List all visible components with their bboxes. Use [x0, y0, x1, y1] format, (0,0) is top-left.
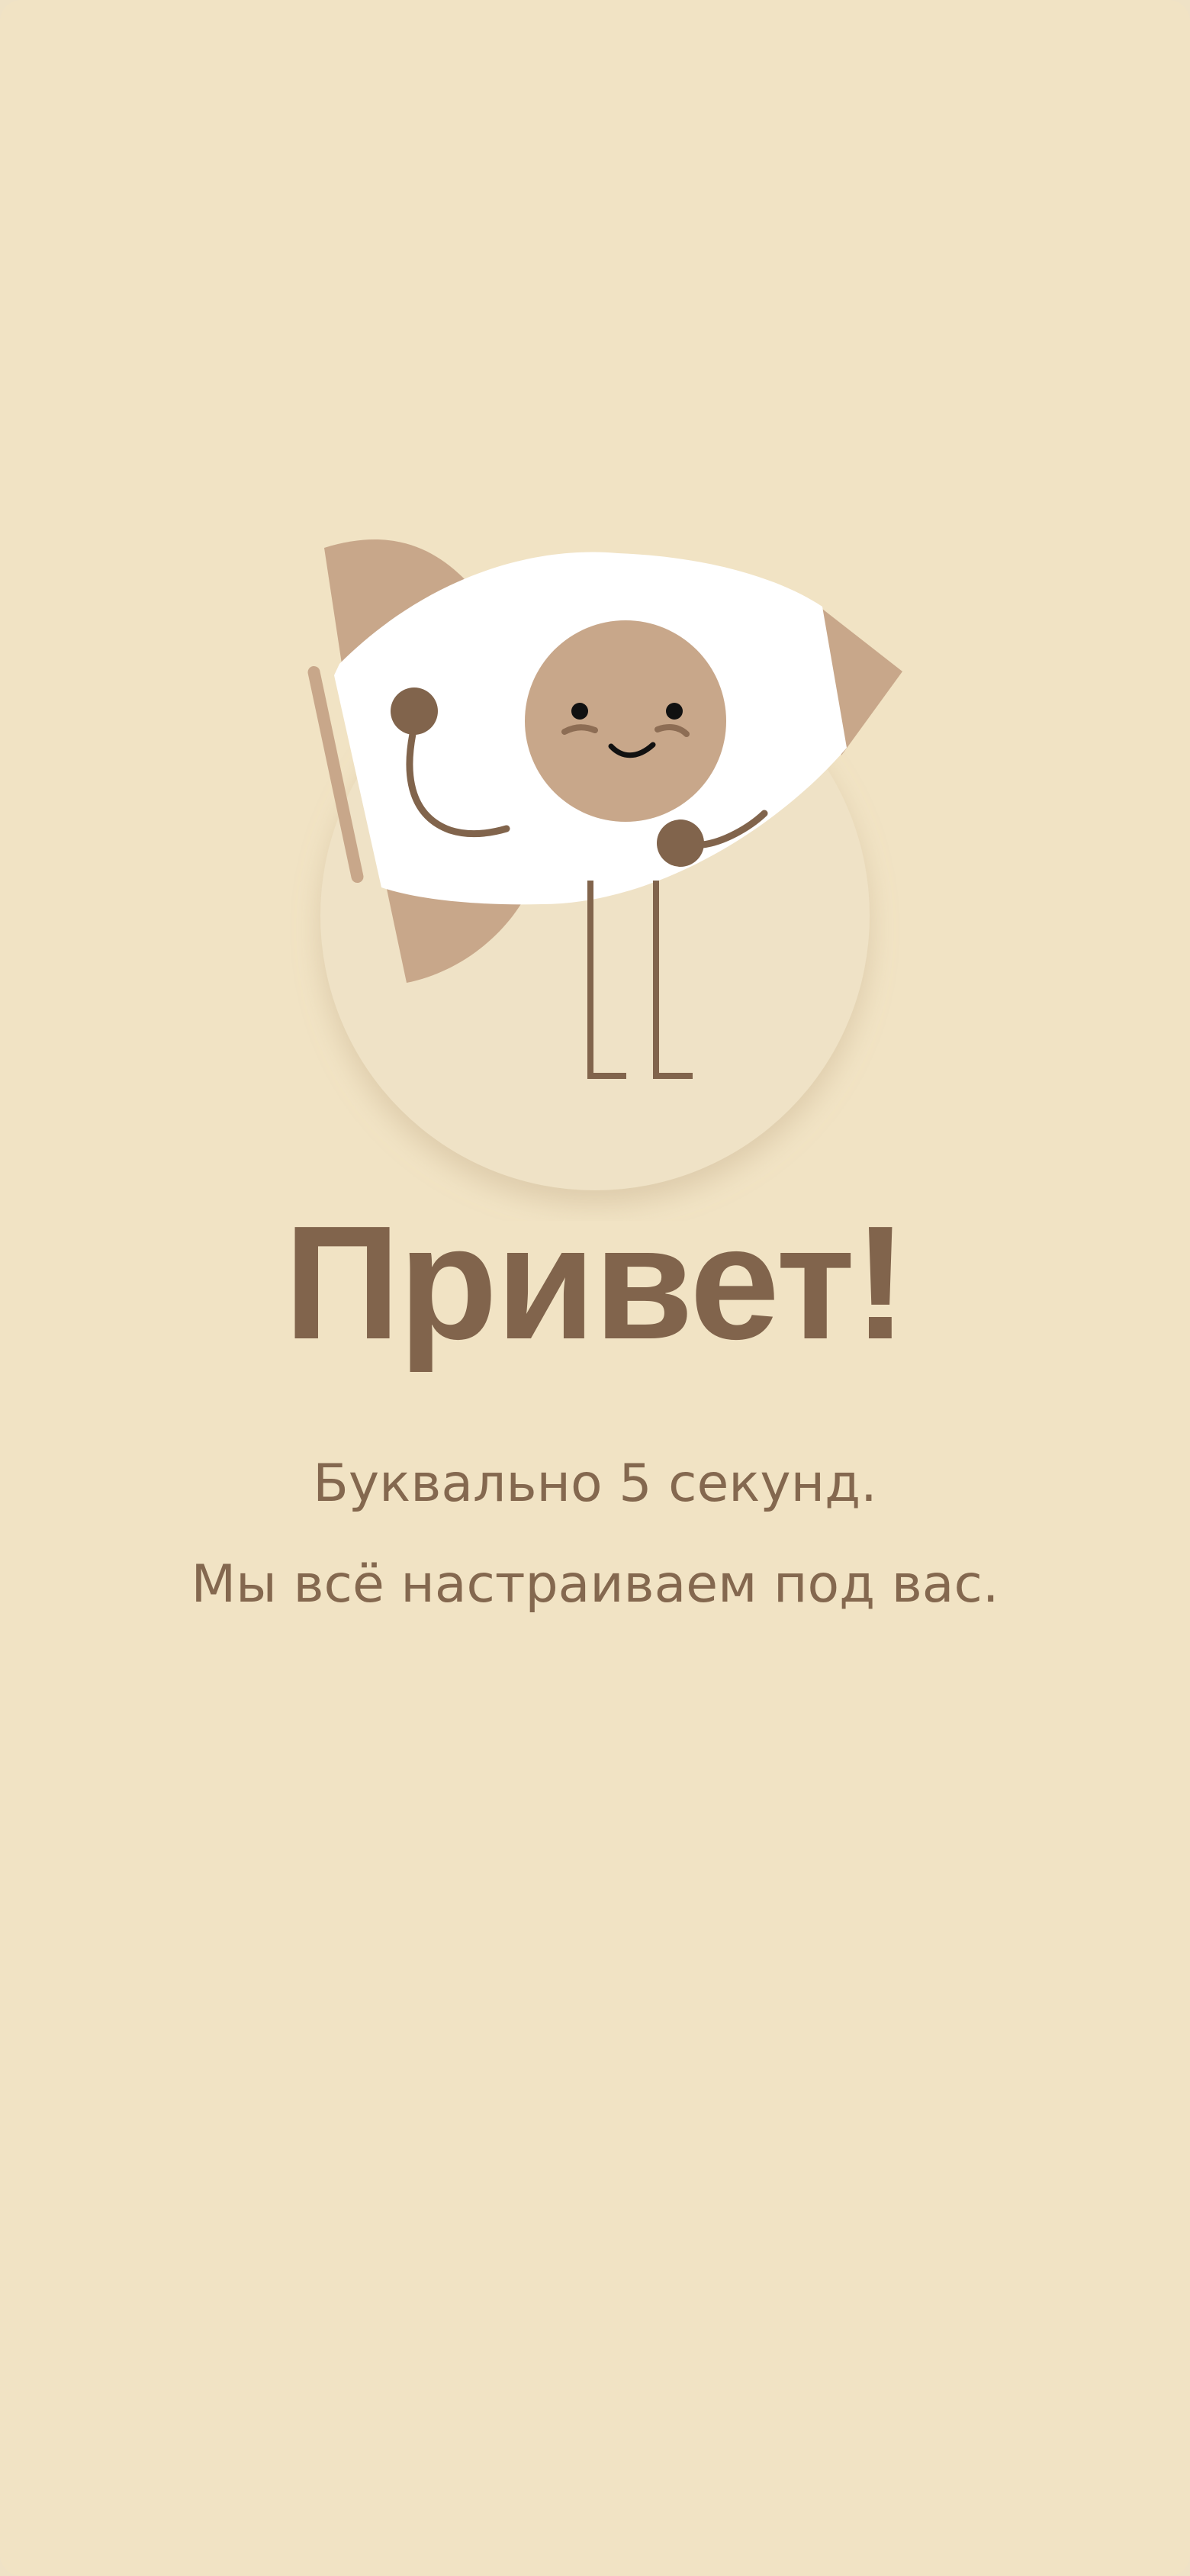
subtitle-line-1: Буквально 5 секунд.	[313, 1454, 877, 1514]
left-eye	[571, 703, 588, 720]
left-hand	[391, 687, 438, 735]
right-eye	[666, 703, 683, 720]
mascot-illustration	[307, 539, 902, 1190]
subtitle-line-2: Мы всё настраиваем под вас.	[191, 1554, 999, 1615]
onboarding-screen: Привет! Буквально 5 секунд. Мы всё настр…	[0, 0, 1190, 2576]
mascot-face	[525, 620, 726, 822]
hero-illustration-area	[0, 0, 1190, 1221]
right-hand	[657, 819, 704, 867]
page-title: Привет!	[284, 1192, 907, 1373]
